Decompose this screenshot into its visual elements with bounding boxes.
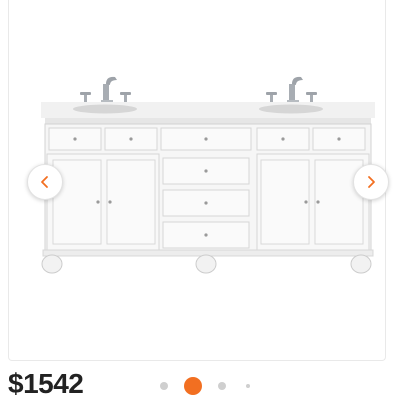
carousel-pagination (158, 376, 254, 396)
previous-image-button[interactable] (27, 164, 63, 200)
product-image-gallery[interactable] (8, 0, 389, 361)
vanity-product-image (41, 76, 375, 274)
carousel-dot-4[interactable] (246, 384, 250, 388)
product-price: $1542 (8, 368, 84, 399)
next-image-button[interactable] (353, 164, 389, 200)
chevron-right-icon (368, 176, 375, 188)
carousel-dot-3[interactable] (218, 382, 226, 390)
carousel-dot-2-active[interactable] (184, 377, 202, 395)
chevron-left-icon (41, 176, 48, 188)
carousel-dot-1[interactable] (160, 382, 168, 390)
